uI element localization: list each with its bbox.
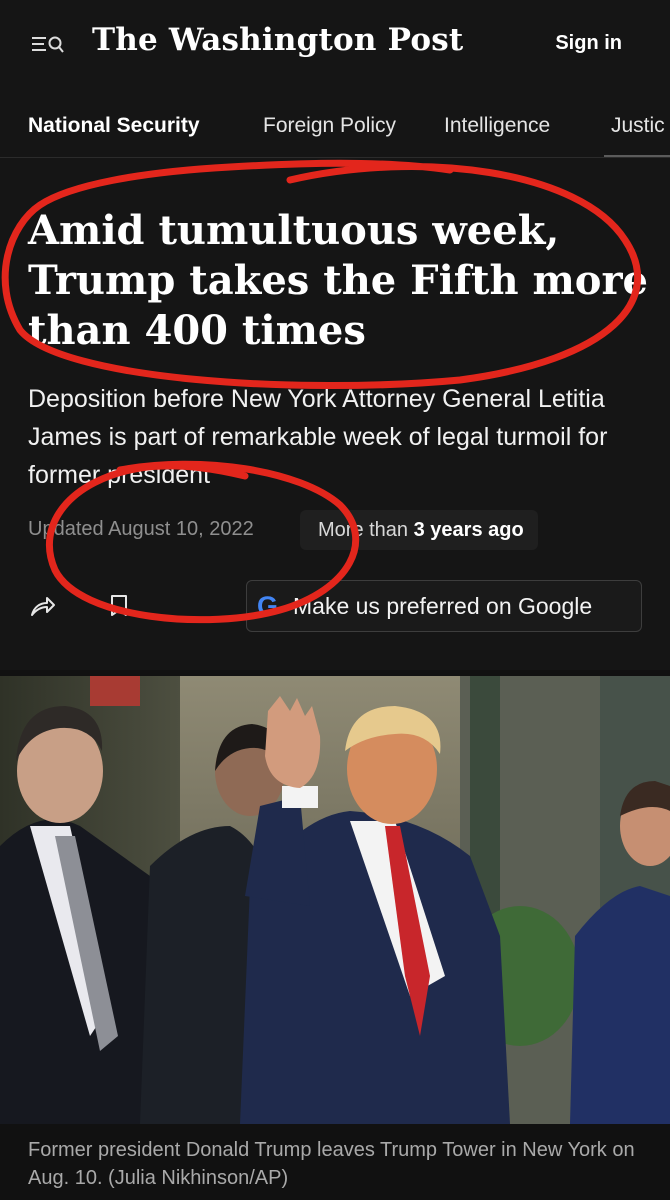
nav-justice[interactable]: Justic — [611, 114, 665, 138]
article-age-badge: More than 3 years ago — [300, 510, 538, 550]
site-logo[interactable]: The Washington Post — [92, 22, 463, 58]
nav-scroll-indicator — [604, 155, 670, 157]
article-header: Amid tumultuous week, Trump takes the Fi… — [0, 158, 670, 670]
prefer-on-google-label: Make us preferred on Google — [293, 593, 593, 619]
article-dek: Deposition before New York Attorney Gene… — [28, 385, 608, 489]
menu-search-icon[interactable] — [30, 30, 66, 58]
bookmark-icon[interactable] — [108, 592, 130, 620]
prefer-on-google-button[interactable]: G Make us preferred on Google — [246, 580, 642, 632]
nav-intelligence[interactable]: Intelligence — [444, 114, 550, 138]
google-logo-icon: G — [257, 591, 279, 621]
photo-caption: Former president Donald Trump leaves Tru… — [28, 1139, 635, 1189]
nav-national-security[interactable]: National Security — [28, 114, 200, 138]
headline: Amid tumultuous week, Trump takes the Fi… — [28, 207, 648, 354]
lead-photo[interactable] — [0, 676, 670, 1124]
masthead: The Washington Post Sign in — [0, 0, 670, 92]
sign-in-button[interactable]: Sign in — [555, 32, 622, 55]
nav-foreign-policy[interactable]: Foreign Policy — [263, 114, 396, 138]
age-prefix: More than — [318, 519, 409, 541]
section-nav: National Security Foreign Policy Intelli… — [0, 92, 670, 158]
dateline: Updated August 10, 2022 — [28, 518, 254, 540]
share-icon[interactable] — [28, 592, 56, 620]
age-value: 3 years ago — [413, 519, 524, 541]
